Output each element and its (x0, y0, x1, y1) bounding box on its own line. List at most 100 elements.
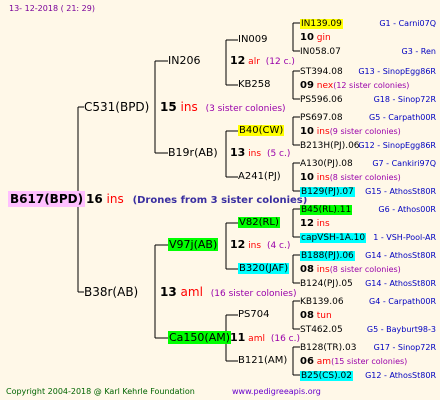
gen5-queen-top[interactable]: A130(PJ).08 (300, 158, 353, 170)
gen5-drone-unit: nex (313, 81, 334, 91)
gen5-drone-unit: ins (313, 219, 330, 229)
gen5-drone-note: (9 sister colonies) (329, 127, 401, 136)
gen3-queen-name: Ca150(AM) (168, 331, 232, 344)
gen5-queen-name: ST394.08 (300, 67, 343, 77)
gen4-queen[interactable]: B40(CW) (238, 125, 285, 137)
gen5-drone-count: 08 (300, 310, 314, 321)
gen5-drone-note: (15 sister colonies) (331, 357, 408, 366)
gen5-queen-side: G6 - Athos00R (378, 205, 436, 214)
gen5-drone-note: (12 sister colonies) (333, 81, 410, 90)
gen3-queen-name: V97j(AB) (168, 238, 219, 251)
root-drone-note: (Drones from 3 sister colonies) (132, 195, 308, 206)
root-drone-info: 16 ins (Drones from 3 sister colonies) (86, 193, 307, 207)
mother-drone-unit: ins (180, 100, 198, 114)
gen4-queen-name: A241(PJ) (238, 171, 281, 182)
gen5-queen-name: IN058.07 (300, 47, 341, 57)
gen5-queen-name: IN139.09 (300, 19, 343, 29)
gen5-drone-info: 10 ins(8 sister colonies) (300, 172, 401, 184)
gen5-drone-unit: ins (313, 265, 330, 275)
gen3-queen[interactable]: Ca150(AM) (168, 331, 232, 344)
gen5-queen-name: B45(RL).11 (300, 205, 353, 215)
gen5-queen-top[interactable]: B188(PJ).06 (300, 250, 355, 262)
gen3-drone-note: (16 c.) (267, 334, 300, 344)
gen5-drone-unit: ins (313, 127, 330, 137)
gen5-drone-info: 08 tun (300, 310, 332, 322)
gen5-queen-bottom[interactable]: ST462.05 (300, 324, 343, 336)
gen5-drone-unit: am (313, 357, 332, 367)
gen5-queen-side: G15 - AthosSt80R (365, 187, 436, 196)
gen5-drone-unit: ins (313, 173, 330, 183)
gen4-queen[interactable]: B320(JAF) (238, 263, 290, 275)
mother-drone-count: 15 (160, 100, 177, 114)
gen5-queen-top[interactable]: IN139.09 (300, 18, 343, 30)
gen5-queen-side: G18 - Sinop72R (373, 95, 436, 104)
gen5-queen-top[interactable]: B128(TR).03 (300, 342, 356, 354)
gen5-queen-side: 1 - VSH-Pool-AR (373, 233, 436, 242)
gen4-queen-name: KB258 (238, 79, 271, 90)
report-date: 13- 12-2018 ( 21: 29) (9, 4, 95, 13)
gen5-queen-top[interactable]: PS697.08 (300, 112, 343, 124)
gen5-drone-count: 12 (300, 218, 314, 229)
gen3-drone-note: (4 c.) (264, 241, 291, 251)
gen5-drone-unit: gin (313, 33, 331, 43)
father-drone-info: 13 aml (16 sister colonies) (160, 286, 296, 300)
copyright-text: Copyright 2004-2018 @ Karl Kehrle Founda… (6, 387, 195, 396)
father-queen[interactable]: B38r(AB) (84, 286, 138, 298)
gen3-queen-name: B19r(AB) (168, 146, 218, 159)
gen4-queen[interactable]: IN009 (238, 34, 268, 46)
gen5-drone-info: 09 nex(12 sister colonies) (300, 80, 409, 92)
gen4-queen-name: IN009 (238, 34, 268, 45)
gen3-queen[interactable]: V97j(AB) (168, 238, 219, 251)
gen5-queen-name: B129(PJ).07 (300, 187, 355, 197)
gen5-queen-bottom[interactable]: B25(CS).02 (300, 370, 353, 382)
website-link[interactable]: www.pedigreeapis.org (232, 386, 321, 398)
gen3-drone-count: 13 (230, 146, 246, 159)
gen4-queen[interactable]: B121(AM) (238, 355, 287, 367)
gen5-drone-note: (8 sister colonies) (329, 173, 401, 182)
gen5-queen-name: PS596.06 (300, 95, 343, 105)
gen5-queen-top[interactable]: ST394.08 (300, 66, 343, 78)
gen5-queen-name: B213H(PJ).06 (300, 141, 360, 151)
pedigree-tree: 13- 12-2018 ( 21: 29) B617(BPD) 16 ins (… (0, 0, 440, 400)
gen3-drone-info: 13 ins (5 c.) (230, 147, 290, 160)
gen5-drone-count: 06 (300, 356, 314, 367)
gen5-queen-side: G12 - SinopEgg86R (358, 141, 436, 150)
gen3-drone-unit: aml (245, 334, 265, 344)
gen4-queen[interactable]: KB258 (238, 79, 271, 91)
gen5-queen-bottom[interactable]: capVSH-1A.10 (300, 232, 367, 244)
gen3-drone-info: 11 aml (16 c.) (230, 332, 300, 345)
gen5-drone-count: 09 (300, 80, 314, 91)
father-drone-unit: aml (180, 285, 203, 299)
gen4-queen[interactable]: V82(RL) (238, 217, 280, 229)
gen5-queen-name: B188(PJ).06 (300, 251, 355, 261)
gen5-queen-bottom[interactable]: B129(PJ).07 (300, 186, 355, 198)
father-drone-note: (16 sister colonies) (210, 289, 297, 299)
gen5-queen-name: B128(TR).03 (300, 343, 357, 353)
mother-drone-info: 15 ins (3 sister colonies) (160, 101, 286, 115)
gen5-drone-note: (8 sister colonies) (329, 265, 401, 274)
root-drone-unit: ins (106, 192, 124, 206)
gen5-queen-bottom[interactable]: B124(PJ).05 (300, 278, 353, 290)
gen5-queen-name: B124(PJ).05 (300, 279, 353, 289)
gen5-queen-name: B25(CS).02 (300, 371, 353, 381)
root-queen[interactable]: B617(BPD) (8, 191, 86, 207)
gen5-drone-count: 08 (300, 264, 314, 275)
mother-queen[interactable]: C531(BPD) (84, 101, 149, 113)
gen5-queen-bottom[interactable]: IN058.07 (300, 46, 341, 58)
gen4-queen[interactable]: PS704 (238, 309, 269, 321)
gen3-queen-name: IN206 (168, 54, 201, 67)
gen5-queen-bottom[interactable]: PS596.06 (300, 94, 343, 106)
gen5-queen-side: G5 - Carpath00R (369, 113, 436, 122)
gen5-queen-name: ST462.05 (300, 325, 343, 335)
gen3-queen[interactable]: IN206 (168, 55, 200, 67)
gen4-queen-name: B121(AM) (238, 355, 288, 366)
gen3-drone-info: 12 ins (4 c.) (230, 239, 290, 252)
gen5-queen-bottom[interactable]: B213H(PJ).06 (300, 140, 360, 152)
gen5-queen-side: G5 - Bayburt98-3 (366, 325, 436, 334)
gen5-queen-side: G13 - SinopEgg86R (358, 67, 436, 76)
gen4-queen[interactable]: A241(PJ) (238, 171, 281, 183)
gen5-queen-top[interactable]: KB139.06 (300, 296, 344, 308)
root-drone-count: 16 (86, 192, 103, 206)
gen3-queen[interactable]: B19r(AB) (168, 147, 218, 159)
gen5-queen-top[interactable]: B45(RL).11 (300, 204, 353, 216)
